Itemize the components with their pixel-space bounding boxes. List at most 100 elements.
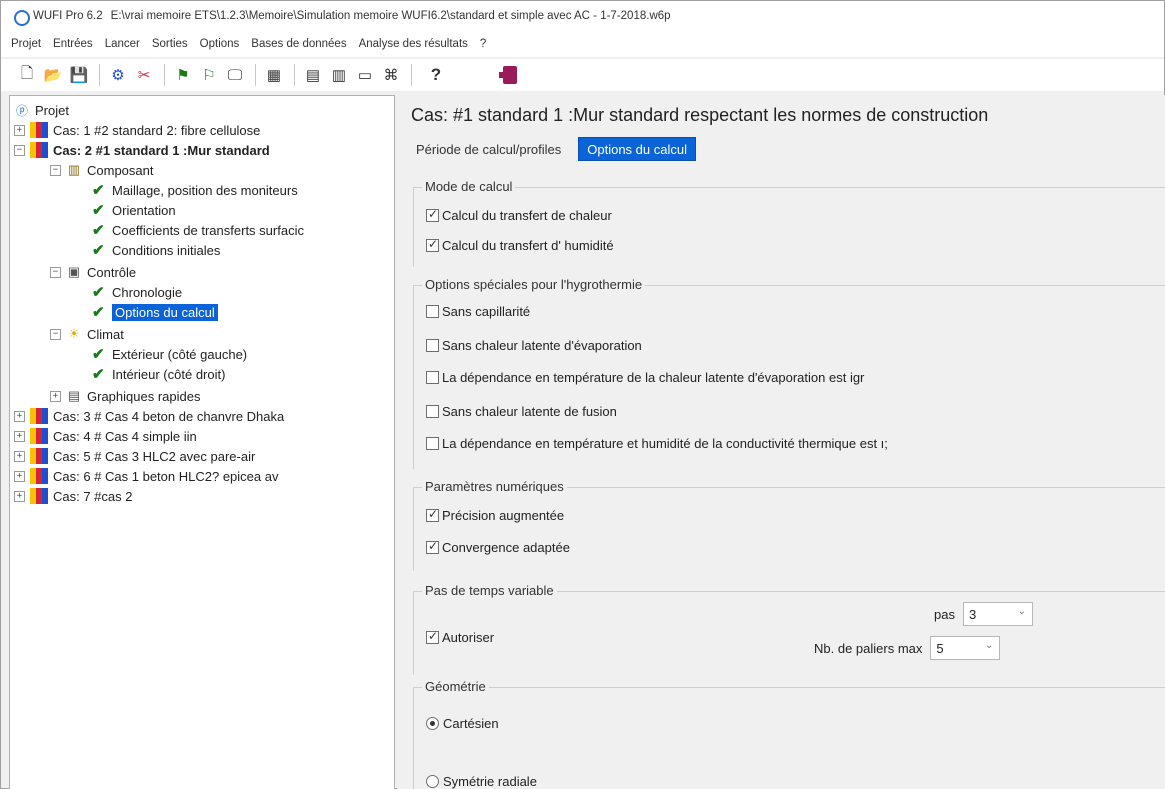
chevron-down-icon[interactable]: ⌄ bbox=[1018, 606, 1026, 617]
new-file-icon[interactable]: 🗋 bbox=[15, 63, 39, 87]
expand-icon[interactable]: + bbox=[14, 410, 25, 422]
collapse-icon[interactable]: − bbox=[14, 144, 25, 156]
group-pas-de-temps: Pas de temps variable Autoriser pas 3 ⌄ … bbox=[413, 583, 1165, 675]
checkbox-box[interactable] bbox=[426, 339, 439, 352]
expand-icon[interactable]: + bbox=[14, 470, 25, 482]
tree-chronologie[interactable]: ✔ Chronologie bbox=[92, 282, 182, 302]
menu-analyse-resultats[interactable]: Analyse des résultats bbox=[359, 38, 468, 50]
tree-case-5[interactable]: + Cas: 5 # Cas 3 HLC2 avec pare-air bbox=[14, 446, 255, 466]
paliers-select[interactable]: 5 ⌄ bbox=[930, 636, 1001, 660]
pas-select[interactable]: 3 ⌄ bbox=[962, 602, 1033, 626]
tree-case-2[interactable]: − Cas: 2 #1 standard 1 :Mur standard bbox=[14, 140, 270, 160]
menu-sorties[interactable]: Sorties bbox=[152, 38, 188, 50]
tree-graphiques[interactable]: + ▤ Graphiques rapides bbox=[50, 386, 200, 406]
menu-options[interactable]: Options bbox=[200, 38, 240, 50]
help-icon[interactable]: ? bbox=[424, 63, 448, 87]
menu-projet[interactable]: Projet bbox=[11, 38, 41, 50]
run-all-icon[interactable]: ⚐ bbox=[197, 63, 221, 87]
tree-label: Cas: 6 # Cas 1 beton HLC2? epicea av bbox=[53, 468, 279, 484]
tree-case-7[interactable]: + Cas: 7 #cas 2 bbox=[14, 486, 133, 506]
graph-icon[interactable]: ▤ bbox=[301, 63, 325, 87]
tree-exterieur[interactable]: ✔ Extérieur (côté gauche) bbox=[92, 344, 247, 364]
tree-conditions[interactable]: ✔ Conditions initiales bbox=[92, 240, 220, 260]
cartesian-radio[interactable]: Cartésien bbox=[426, 716, 499, 731]
checkbox-box[interactable] bbox=[426, 237, 439, 252]
evaporation-temperature-dependence-checkbox[interactable]: La dépendance en température de la chale… bbox=[426, 370, 864, 385]
increased-precision-checkbox[interactable]: Précision augmentée bbox=[426, 507, 565, 523]
tree-coefficients[interactable]: ✔ Coefficients de transferts surfacic bbox=[92, 220, 304, 240]
adapted-convergence-checkbox[interactable]: Convergence adaptée bbox=[426, 539, 570, 555]
results-icon[interactable]: ▦ bbox=[262, 63, 286, 87]
pas-label: pas bbox=[934, 606, 955, 622]
expand-icon[interactable]: + bbox=[50, 390, 61, 402]
expand-icon[interactable]: + bbox=[14, 450, 25, 462]
checkbox-label: Autoriser bbox=[442, 630, 495, 645]
checkbox-label: Sans chaleur latente de fusion bbox=[442, 404, 617, 419]
menu-bases-de-donnees[interactable]: Bases de données bbox=[251, 38, 346, 50]
tree-label: Intérieur (côté droit) bbox=[112, 366, 226, 382]
checkbox-box[interactable] bbox=[426, 405, 439, 418]
collapse-icon[interactable]: − bbox=[50, 328, 61, 340]
save-icon[interactable]: 💾 bbox=[67, 63, 91, 87]
expand-icon[interactable]: + bbox=[14, 490, 25, 502]
tab-options-calcul[interactable]: Options du calcul bbox=[578, 137, 696, 161]
tree-case-1[interactable]: + Cas: 1 #2 standard 2: fibre cellulose bbox=[14, 120, 260, 140]
paliers-row: Nb. de paliers max 5 ⌄ bbox=[814, 636, 1001, 660]
tree-controle[interactable]: − ▣ Contrôle bbox=[50, 262, 136, 282]
check-icon: ✔ bbox=[92, 304, 105, 321]
delete-case-icon[interactable]: ✂ bbox=[132, 63, 156, 87]
menu-entrees[interactable]: Entrées bbox=[53, 38, 93, 50]
tree-options-calcul[interactable]: ✔ Options du calcul bbox=[92, 302, 218, 322]
checkbox-label: Précision augmentée bbox=[442, 508, 565, 523]
no-capillarity-checkbox[interactable]: Sans capillarité bbox=[426, 304, 530, 319]
tree-orientation[interactable]: ✔ Orientation bbox=[92, 200, 176, 220]
tab-periode[interactable]: Période de calcul/profiles bbox=[407, 137, 570, 161]
authorize-checkbox[interactable]: Autoriser bbox=[426, 629, 495, 645]
monitor-icon[interactable]: 🖵 bbox=[223, 63, 247, 87]
collapse-icon[interactable]: − bbox=[50, 266, 61, 278]
radio-button[interactable] bbox=[426, 717, 439, 730]
tree-case-4[interactable]: + Cas: 4 # Cas 4 simple iin bbox=[14, 426, 197, 446]
expand-icon[interactable]: + bbox=[14, 124, 25, 136]
checkbox-box[interactable] bbox=[426, 371, 439, 384]
menu-lancer[interactable]: Lancer bbox=[105, 38, 140, 50]
checkbox-box[interactable] bbox=[426, 305, 439, 318]
open-folder-icon[interactable]: 📂 bbox=[41, 63, 65, 87]
file-path: E:\vrai memoire ETS\1.2.3\Memoire\Simula… bbox=[110, 10, 671, 22]
add-case-icon[interactable]: ⚙ bbox=[106, 63, 130, 87]
radio-button[interactable] bbox=[426, 775, 439, 788]
menu-help[interactable]: ? bbox=[480, 38, 486, 50]
expand-icon[interactable]: + bbox=[14, 430, 25, 442]
checkbox-box[interactable] bbox=[426, 207, 439, 222]
chevron-down-icon[interactable]: ⌄ bbox=[985, 640, 993, 651]
group-mode-calcul: Mode de calcul Calcul du transfert de ch… bbox=[413, 179, 1165, 267]
film-icon[interactable]: ▭ bbox=[353, 63, 377, 87]
tree-case-3[interactable]: + Cas: 3 # Cas 4 beton de chanvre Dhaka bbox=[14, 406, 284, 426]
tree-maillage[interactable]: ✔ Maillage, position des moniteurs bbox=[92, 180, 298, 200]
toolbar-separator bbox=[255, 64, 256, 86]
exit-icon[interactable] bbox=[498, 63, 522, 87]
no-latent-evaporation-checkbox[interactable]: Sans chaleur latente d'évaporation bbox=[426, 338, 642, 353]
export-icon[interactable]: ⌘ bbox=[379, 63, 403, 87]
tree-climat[interactable]: − ☀ Climat bbox=[50, 324, 124, 344]
tree-label: Cas: 2 #1 standard 1 :Mur standard bbox=[53, 142, 270, 158]
tree-case-6[interactable]: + Cas: 6 # Cas 1 beton HLC2? epicea av bbox=[14, 466, 278, 486]
checkbox-box[interactable] bbox=[426, 539, 439, 554]
collapse-icon[interactable]: − bbox=[50, 164, 61, 176]
checkbox-box[interactable] bbox=[426, 629, 439, 644]
tree-composant[interactable]: − ▥ Composant bbox=[50, 160, 153, 180]
checkbox-box[interactable] bbox=[426, 437, 439, 450]
app-name: WUFI Pro 6.2 bbox=[33, 10, 103, 22]
tree-root[interactable]: ⓟ Projet bbox=[14, 100, 69, 120]
conductivity-dependence-checkbox[interactable]: La dépendance en température et humidité… bbox=[426, 436, 888, 451]
moisture-transfer-checkbox[interactable]: Calcul du transfert d' humidité bbox=[426, 237, 614, 253]
run-icon[interactable]: ⚑ bbox=[171, 63, 195, 87]
radial-symmetry-radio[interactable]: Symétrie radiale bbox=[426, 774, 537, 789]
checkbox-box[interactable] bbox=[426, 507, 439, 522]
sun-icon: ☀ bbox=[68, 326, 80, 341]
chart-icon[interactable]: ▥ bbox=[327, 63, 351, 87]
checkbox-label: Sans capillarité bbox=[442, 304, 531, 319]
no-latent-fusion-checkbox[interactable]: Sans chaleur latente de fusion bbox=[426, 404, 617, 419]
heat-transfer-checkbox[interactable]: Calcul du transfert de chaleur bbox=[426, 207, 612, 223]
tree-interieur[interactable]: ✔ Intérieur (côté droit) bbox=[92, 364, 225, 384]
